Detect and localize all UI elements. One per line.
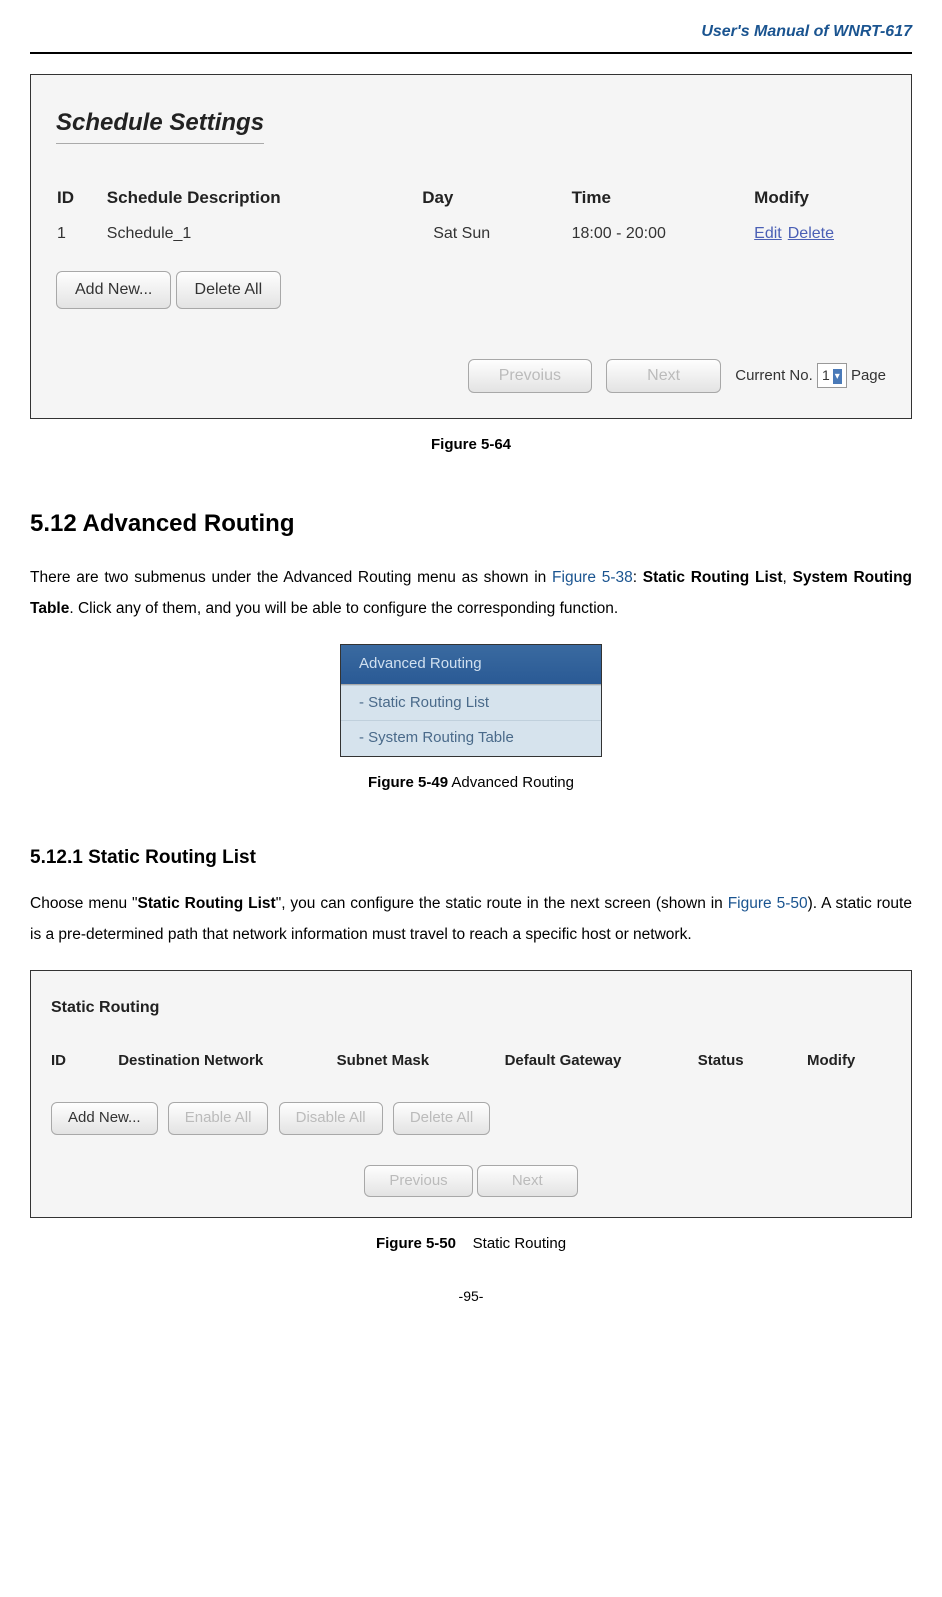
table-row: 1 Schedule_1 Sat Sun 18:00 - 20:00 Edit D…	[56, 221, 886, 261]
cell-day: Sat Sun	[421, 221, 570, 261]
figure-link-5-38[interactable]: Figure 5-38	[552, 569, 633, 586]
add-new-button[interactable]: Add New...	[51, 1102, 158, 1135]
menu-header[interactable]: Advanced Routing	[341, 645, 601, 685]
next-button[interactable]: Next	[477, 1165, 578, 1198]
cell-modify: Edit Delete	[753, 221, 886, 261]
section-5-12-1-text: Choose menu "Static Routing List", you c…	[30, 888, 912, 950]
static-routing-headers: ID Destination Network Subnet Mask Defau…	[51, 1050, 891, 1073]
delete-all-button[interactable]: Delete All	[176, 271, 282, 309]
advanced-routing-menu: Advanced Routing - Static Routing List -…	[340, 644, 602, 757]
section-5-12-heading: 5.12 Advanced Routing	[30, 506, 912, 542]
schedule-title: Schedule Settings	[56, 105, 264, 144]
current-no-label: Current No.	[735, 367, 813, 384]
section-5-12-text: There are two submenus under the Advance…	[30, 562, 912, 624]
pager-row: Prevoius Next Current No. 1▾ Page	[56, 359, 886, 393]
figure-caption-5-50: Figure 5-50 Static Routing	[30, 1233, 912, 1256]
add-new-button[interactable]: Add New...	[56, 271, 171, 309]
figure-caption-5-49: Figure 5-49 Advanced Routing	[30, 772, 912, 795]
col-modify: Modify	[807, 1050, 891, 1073]
col-status: Status	[698, 1050, 807, 1073]
cell-id: 1	[56, 221, 106, 261]
col-time: Time	[571, 184, 754, 221]
cell-time: 18:00 - 20:00	[571, 221, 754, 261]
delete-link[interactable]: Delete	[788, 225, 834, 242]
section-5-12-1-heading: 5.12.1 Static Routing List	[30, 844, 912, 873]
static-routing-pager: Previous Next	[51, 1165, 891, 1198]
col-gateway: Default Gateway	[505, 1050, 698, 1073]
static-routing-screenshot: Static Routing ID Destination Network Su…	[30, 970, 912, 1219]
edit-link[interactable]: Edit	[754, 225, 782, 242]
col-desc: Schedule Description	[106, 184, 421, 221]
chevron-down-icon: ▾	[833, 369, 842, 384]
cell-desc: Schedule_1	[106, 221, 421, 261]
enable-all-button[interactable]: Enable All	[168, 1102, 269, 1135]
figure-link-5-50[interactable]: Figure 5-50	[728, 895, 808, 912]
col-day: Day	[421, 184, 570, 221]
schedule-settings-screenshot: Schedule Settings ID Schedule Descriptio…	[30, 74, 912, 419]
delete-all-button[interactable]: Delete All	[393, 1102, 490, 1135]
page-number: -95-	[30, 1286, 912, 1307]
page-header: User's Manual of WNRT-617	[30, 20, 912, 44]
schedule-button-row: Add New... Delete All	[56, 271, 886, 309]
prev-button[interactable]: Prevoius	[468, 359, 592, 393]
static-routing-buttons: Add New... Enable All Disable All Delete…	[51, 1102, 891, 1135]
page-select[interactable]: 1▾	[817, 363, 847, 388]
col-id: ID	[56, 184, 106, 221]
col-mask: Subnet Mask	[337, 1050, 505, 1073]
col-dest: Destination Network	[118, 1050, 336, 1073]
menu-item-static-routing[interactable]: - Static Routing List	[341, 685, 601, 721]
schedule-table: ID Schedule Description Day Time Modify …	[56, 184, 886, 261]
figure-caption-5-64: Figure 5-64	[30, 434, 912, 457]
page-suffix: Page	[851, 367, 886, 384]
prev-button[interactable]: Previous	[364, 1165, 472, 1198]
disable-all-button[interactable]: Disable All	[279, 1102, 383, 1135]
col-modify: Modify	[753, 184, 886, 221]
header-divider	[30, 52, 912, 54]
col-id: ID	[51, 1050, 118, 1073]
menu-item-system-routing[interactable]: - System Routing Table	[341, 720, 601, 756]
static-routing-title: Static Routing	[51, 996, 891, 1020]
next-button[interactable]: Next	[606, 359, 721, 393]
